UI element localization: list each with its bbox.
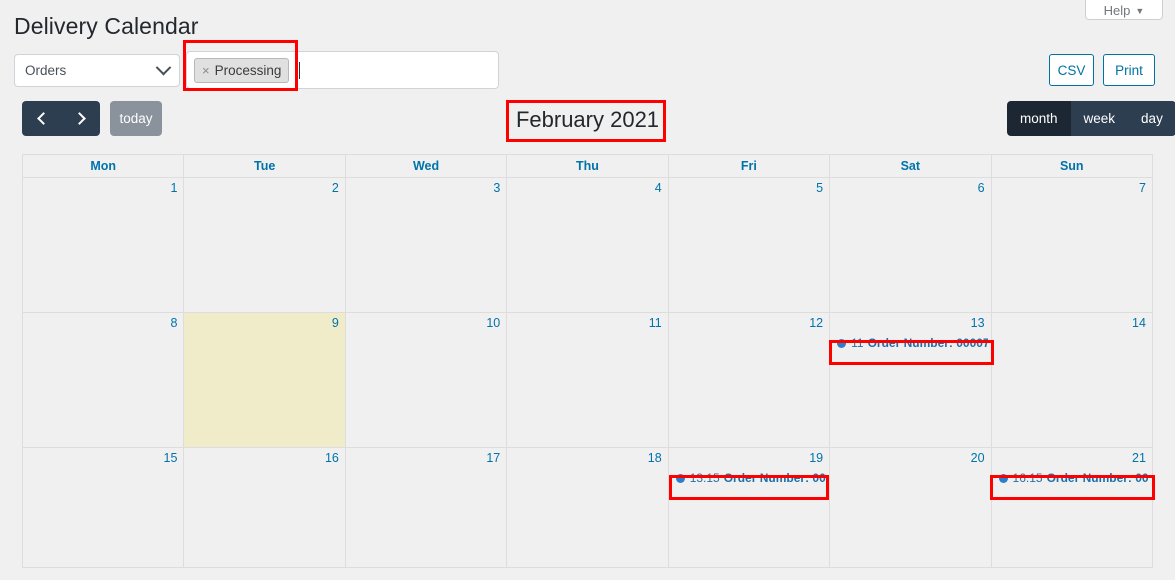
day-cell[interactable]: 16 (184, 448, 346, 568)
event-title: Order Number: 00007-P (867, 336, 988, 350)
day-cell[interactable]: 12 (668, 313, 831, 448)
calendar-week-row: 1 2 3 4 5 6 7 (23, 178, 1152, 313)
event-dot-icon (675, 473, 685, 483)
day-number: 13 (970, 316, 985, 330)
event-dot-icon (998, 473, 1008, 483)
help-label: Help (1103, 3, 1131, 18)
print-button[interactable]: Print (1103, 54, 1155, 86)
order-type-value: Orders (25, 63, 67, 78)
day-number: 17 (486, 451, 501, 465)
day-cell[interactable]: 21 16:15 Order Number: 0000 (991, 448, 1152, 568)
day-number: 12 (809, 316, 824, 330)
calendar-week-row: 8 9 10 11 12 13 11 Order Number: 00007-P… (23, 313, 1152, 448)
day-cell[interactable]: 6 (830, 178, 992, 313)
day-number: 5 (816, 181, 824, 195)
day-cell[interactable]: 13 11 Order Number: 00007-P (830, 313, 992, 448)
event-dot-icon (837, 338, 847, 348)
day-header-mon: Mon (23, 155, 185, 178)
day-number: 21 (1132, 451, 1146, 465)
calendar-grid: Mon Tue Wed Thu Fri Sat Sun 1 2 3 4 5 6 … (22, 154, 1153, 568)
event-time: 11 (851, 336, 864, 350)
calendar-week-row: 15 16 17 18 19 13:15 Order Number: 0000 … (23, 448, 1152, 568)
order-type-select[interactable]: Orders (14, 54, 180, 87)
day-cell[interactable]: 8 (23, 313, 185, 448)
status-tag-processing[interactable]: × Processing (194, 57, 290, 83)
day-header-tue: Tue (184, 155, 346, 178)
status-tag-label: Processing (214, 62, 282, 78)
day-cell[interactable]: 18 (507, 448, 669, 568)
day-number: 18 (647, 451, 662, 465)
day-number: 2 (331, 181, 339, 195)
day-cell[interactable]: 7 (991, 178, 1152, 313)
chevron-down-icon: ▼ (1135, 6, 1145, 16)
day-number: 14 (1132, 316, 1146, 330)
day-cell[interactable]: 5 (668, 178, 831, 313)
day-number: 1 (170, 181, 178, 195)
day-number: 19 (809, 451, 824, 465)
status-filter-input[interactable]: × Processing (186, 51, 499, 89)
day-number: 6 (977, 181, 985, 195)
day-header-fri: Fri (668, 155, 831, 178)
view-switcher: month week day (1007, 101, 1175, 136)
day-cell[interactable]: 14 (991, 313, 1152, 448)
day-number: 4 (654, 181, 662, 195)
help-button[interactable]: Help ▼ (1085, 0, 1163, 20)
calendar-event[interactable]: 11 Order Number: 00007-P (833, 334, 988, 352)
event-title: Order Number: 0000 (1046, 471, 1149, 485)
day-number: 7 (1139, 181, 1146, 195)
day-header-sat: Sat (830, 155, 992, 178)
day-cell[interactable]: 3 (345, 178, 508, 313)
event-time: 16:15 (1012, 471, 1043, 485)
view-day-button[interactable]: day (1128, 101, 1175, 136)
day-cell[interactable]: 2 (184, 178, 346, 313)
day-cell[interactable]: 19 13:15 Order Number: 0000 (668, 448, 831, 568)
calendar-event[interactable]: 16:15 Order Number: 0000 (995, 469, 1149, 487)
day-header-thu: Thu (507, 155, 669, 178)
day-cell[interactable]: 15 (23, 448, 185, 568)
day-cell[interactable]: 11 (507, 313, 669, 448)
day-header-wed: Wed (345, 155, 508, 178)
day-cell[interactable]: 10 (345, 313, 508, 448)
event-time: 13:15 (689, 471, 720, 485)
day-number: 11 (648, 316, 662, 330)
day-cell[interactable]: 20 (830, 448, 992, 568)
day-cell[interactable]: 1 (23, 178, 185, 313)
text-cursor (299, 61, 301, 79)
event-title: Order Number: 0000 (723, 471, 826, 485)
day-number: 20 (970, 451, 985, 465)
remove-tag-icon[interactable]: × (202, 63, 210, 78)
day-number: 8 (170, 316, 178, 330)
day-header-sun: Sun (991, 155, 1152, 178)
chevron-down-icon (155, 59, 172, 76)
page-title: Delivery Calendar (14, 13, 199, 39)
calendar-header-row: Mon Tue Wed Thu Fri Sat Sun (23, 155, 1152, 178)
day-number: 16 (324, 451, 339, 465)
calendar-event[interactable]: 13:15 Order Number: 0000 (672, 469, 826, 487)
day-cell[interactable]: 17 (345, 448, 508, 568)
day-number: 10 (486, 316, 501, 330)
day-cell-today[interactable]: 9 (184, 313, 346, 448)
day-number: 3 (493, 181, 501, 195)
day-cell[interactable]: 4 (507, 178, 669, 313)
calendar-title: February 2021 (515, 107, 660, 132)
day-number: 9 (331, 316, 339, 330)
view-week-button[interactable]: week (1070, 101, 1129, 136)
day-number: 15 (163, 451, 178, 465)
view-month-button[interactable]: month (1007, 101, 1071, 136)
csv-export-button[interactable]: CSV (1049, 54, 1094, 86)
